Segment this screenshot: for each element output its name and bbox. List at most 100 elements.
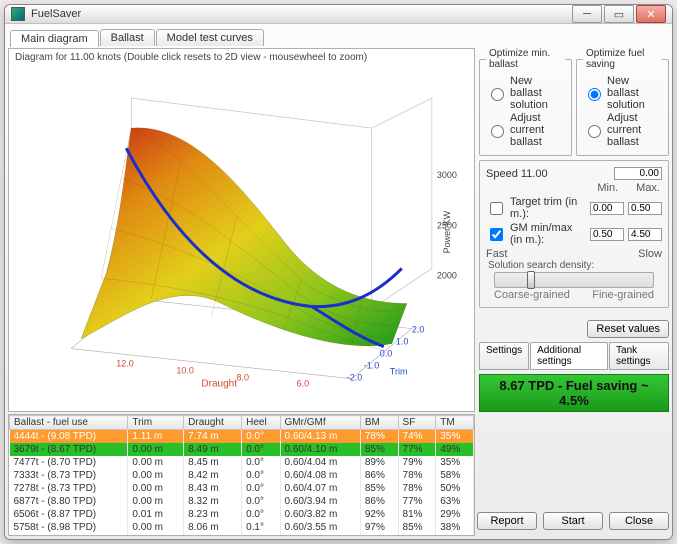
minimize-button[interactable]: ─ [572,5,602,23]
table-cell: 0.00 m [128,521,184,534]
tab-main-diagram[interactable]: Main diagram [10,30,99,47]
results-table: Ballast - fuel useTrimDraughtHeelGMr/GMf… [9,415,474,536]
table-cell: 78% [398,482,436,495]
table-cell: 35% [436,456,474,469]
window-title: FuelSaver [31,8,572,20]
speed-field[interactable] [614,167,662,180]
gm-max-field[interactable] [628,228,662,241]
gm-min-field[interactable] [590,228,624,241]
table-cell: 0.60/3.55 m [280,521,360,534]
slider-thumb[interactable] [527,271,535,289]
target-trim-min[interactable] [590,202,624,215]
column-header[interactable]: BM [360,416,398,430]
gm-minmax-checkbox[interactable] [490,228,503,241]
min-header: Min. [597,182,618,194]
target-trim-max[interactable] [628,202,662,215]
density-slider[interactable] [494,272,654,288]
table-row[interactable]: 7333t - (8.73 TPD)0.00 m8.42 m0.0°0.60/4… [10,469,474,482]
app-icon [11,7,25,21]
table-cell: 58% [436,469,474,482]
table-cell: 78% [360,430,398,443]
radio-new-ballast-2[interactable]: New ballast solution [583,75,662,111]
speed-label: Speed 11.00 [486,168,610,180]
table-cell: 85% [360,482,398,495]
table-row[interactable]: 3679t - (8.67 TPD)0.00 m8.49 m0.0°0.60/4… [10,443,474,456]
table-cell: 8.49 m [184,443,242,456]
statusbar: Elapsed time: 00:01:29 [5,539,672,540]
table-cell: 6506t - (8.87 TPD) [10,508,128,521]
settings-tab-additional-settings[interactable]: Additional settings [530,342,608,370]
x-tick: 6.0 [297,379,310,389]
table-row[interactable]: 7278t - (8.73 TPD)0.00 m8.43 m0.0°0.60/4… [10,482,474,495]
table-cell: 0.0° [242,534,280,537]
action-buttons-pane: Report Start Close [479,414,669,536]
maximize-button[interactable]: ▭ [604,5,634,23]
table-cell: 86% [360,495,398,508]
table-cell: 29% [436,508,474,521]
column-header[interactable]: TM [436,416,474,430]
result-banner: 8.67 TPD - Fuel saving ~ 4.5% [479,374,669,412]
table-cell: 7477t - (8.70 TPD) [10,456,128,469]
start-button[interactable]: Start [543,512,603,530]
y-axis-label: Trim [390,367,408,377]
table-cell: 0.60/4.08 m [280,469,360,482]
y-tick: 0.0 [380,349,393,359]
table-cell: 8.42 m [184,469,242,482]
table-cell: 0.0° [242,495,280,508]
table-cell: 79% [398,456,436,469]
table-cell: 0.60/3.82 m [280,508,360,521]
table-row[interactable]: 4444t - (9.08 TPD)1.11 m7.74 m0.0°0.60/4… [10,430,474,443]
parameters-group: Speed 11.00 Min. Max. Target trim (in m.… [479,160,669,308]
slider-right-label: Slow [638,248,662,260]
table-cell: 50% [436,482,474,495]
tab-ballast[interactable]: Ballast [100,29,155,46]
column-header[interactable]: Draught [184,416,242,430]
column-header[interactable]: GMr/GMf [280,416,360,430]
x-tick: 12.0 [116,359,134,369]
table-cell: 81% [398,508,436,521]
table-row[interactable]: 6877t - (8.80 TPD)0.00 m8.32 m0.0°0.60/3… [10,495,474,508]
x-tick: 10.0 [176,366,194,376]
max-header: Max. [636,182,660,194]
titlebar: FuelSaver ─ ▭ ✕ [5,5,672,24]
table-cell: 77% [398,443,436,456]
tab-model-test-curves[interactable]: Model test curves [156,29,264,46]
table-cell: 8.45 m [184,456,242,469]
table-cell: 4444t - (9.08 TPD) [10,430,128,443]
table-cell: 74% [398,430,436,443]
table-cell: 35% [436,430,474,443]
table-cell: 49% [436,443,474,456]
table-row[interactable]: 6506t - (8.87 TPD)0.01 m8.23 m0.0°0.60/3… [10,508,474,521]
table-row[interactable]: 5758t - (8.98 TPD)0.00 m8.06 m0.1°0.60/3… [10,521,474,534]
table-cell: 86% [360,469,398,482]
table-cell: 38% [436,521,474,534]
radio-new-ballast-1[interactable]: New ballast solution [486,75,565,111]
slider-caption: Solution search density: [488,260,662,271]
close-button[interactable]: Close [609,512,669,530]
column-header[interactable]: Heel [242,416,280,430]
radio-adjust-ballast-2[interactable]: Adjust current ballast [583,112,662,148]
table-cell: 63% [436,495,474,508]
slider-sub-right: Fine-grained [592,289,654,301]
y-tick: 2.0 [412,325,425,335]
reset-values-button[interactable]: Reset values [587,320,669,338]
table-cell: 0.0° [242,508,280,521]
column-header[interactable]: Ballast - fuel use [10,416,128,430]
target-trim-checkbox[interactable] [490,202,503,215]
column-header[interactable]: SF [398,416,436,430]
settings-tab-settings[interactable]: Settings [479,342,529,370]
table-cell: 0.00 m [128,443,184,456]
y-tick: -2.0 [347,373,363,383]
table-cell: 8.06 m [184,521,242,534]
table-cell: 0.00 m [128,469,184,482]
close-window-button[interactable]: ✕ [636,5,666,23]
column-header[interactable]: Trim [128,416,184,430]
radio-adjust-ballast-1[interactable]: Adjust current ballast [486,112,565,148]
surface-plot[interactable]: 2000 2500 3000 Power KW 12.0 10.0 8.0 6.… [11,68,472,409]
settings-pane: Optimize min. ballast New ballast soluti… [479,48,669,412]
table-row[interactable]: 7477t - (8.70 TPD)0.00 m8.45 m0.0°0.60/4… [10,456,474,469]
settings-tab-tank-settings[interactable]: Tank settings [609,342,669,370]
report-button[interactable]: Report [477,512,537,530]
table-row[interactable]: 6497t - (8.84 TPD)-0.06 m8.23 m0.0°0.60/… [10,534,474,537]
table-cell: 6877t - (8.80 TPD) [10,495,128,508]
